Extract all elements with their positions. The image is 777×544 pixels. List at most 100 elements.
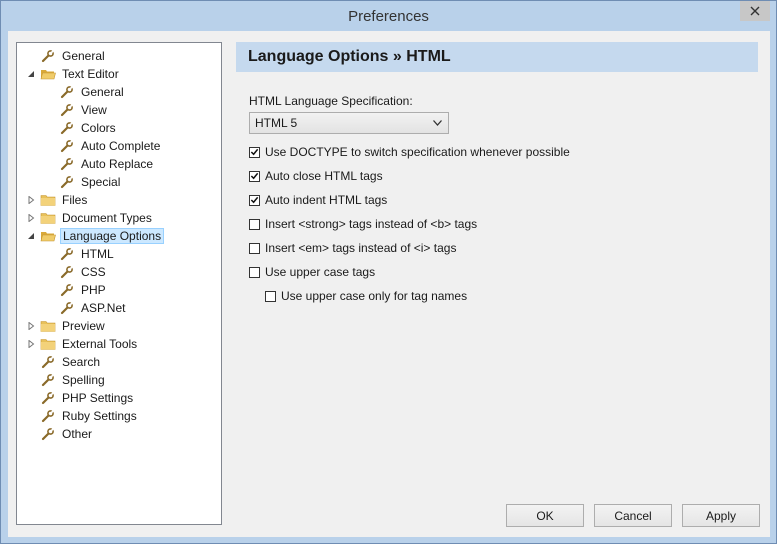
collapse-icon[interactable] — [25, 68, 37, 80]
tree-item-label: HTML — [81, 247, 114, 261]
option-label: Auto indent HTML tags — [265, 193, 388, 207]
tree-item-label: Document Types — [62, 211, 152, 225]
tree-item-php[interactable]: PHP — [44, 281, 108, 299]
tree-item-external-tools[interactable]: External Tools — [25, 335, 139, 353]
spec-label: HTML Language Specification: — [249, 94, 413, 108]
option-checkbox-row[interactable]: Insert <em> tags instead of <i> tags — [249, 239, 456, 257]
folder-icon — [39, 192, 57, 208]
tree-item-view[interactable]: View — [44, 101, 109, 119]
option-label: Insert <strong> tags instead of <b> tags — [265, 217, 478, 231]
tree-item-label: Spelling — [62, 373, 105, 387]
option-checkbox-row[interactable]: Auto close HTML tags — [249, 167, 383, 185]
tree-item-label: PHP Settings — [62, 391, 134, 405]
window-title: Preferences — [348, 8, 429, 25]
option-checkbox-row[interactable]: Use upper case tags — [249, 263, 375, 281]
wrench-icon — [39, 408, 57, 424]
tree-item-text-editor[interactable]: Text Editor — [25, 65, 121, 83]
option-checkbox-row[interactable]: Insert <strong> tags instead of <b> tags — [249, 215, 477, 233]
chevron-down-icon — [433, 120, 442, 126]
spec-select[interactable]: HTML 5 — [249, 112, 449, 134]
option-checkbox-row[interactable]: Use upper case only for tag names — [265, 287, 467, 305]
tree-item-other[interactable]: Other — [25, 425, 94, 443]
wrench-icon — [58, 156, 76, 172]
checkbox-unchecked[interactable] — [249, 218, 260, 230]
checkmark-icon — [250, 148, 259, 156]
tree-item-auto-replace[interactable]: Auto Replace — [44, 155, 155, 173]
tree-item-spelling[interactable]: Spelling — [25, 371, 107, 389]
option-checkbox-row[interactable]: Use DOCTYPE to switch specification when… — [249, 143, 570, 161]
tree-item-label: Language Options — [60, 228, 165, 244]
wrench-icon — [39, 390, 57, 406]
wrench-icon — [58, 84, 76, 100]
option-label: Auto close HTML tags — [265, 169, 383, 183]
tree-item-label: PHP — [81, 283, 106, 297]
tree-item-document-types[interactable]: Document Types — [25, 209, 154, 227]
expand-icon[interactable] — [25, 320, 37, 332]
cancel-button[interactable]: Cancel — [594, 504, 672, 527]
wrench-icon — [58, 138, 76, 154]
tree-item-label: View — [81, 103, 107, 117]
tree-item-language-options[interactable]: Language Options — [25, 227, 165, 245]
checkbox-checked[interactable] — [249, 170, 260, 182]
checkbox-unchecked[interactable] — [249, 266, 260, 278]
apply-button[interactable]: Apply — [682, 504, 760, 527]
tree-item-colors[interactable]: Colors — [44, 119, 118, 137]
wrench-icon — [58, 120, 76, 136]
tree-item-php-settings[interactable]: PHP Settings — [25, 389, 135, 407]
spec-select-value: HTML 5 — [255, 116, 298, 130]
category-tree[interactable]: General Text Editor General View Colors Auto … — [16, 42, 222, 525]
close-button[interactable] — [740, 1, 770, 21]
expand-icon[interactable] — [25, 212, 37, 224]
tree-item-asp-net[interactable]: ASP.Net — [44, 299, 127, 317]
tree-item-label: External Tools — [62, 337, 138, 351]
tree-item-general[interactable]: General — [25, 47, 107, 65]
wrench-icon — [39, 354, 57, 370]
tree-item-preview[interactable]: Preview — [25, 317, 107, 335]
collapse-icon[interactable] — [25, 230, 37, 242]
tree-item-html[interactable]: HTML — [44, 245, 116, 263]
checkbox-unchecked[interactable] — [265, 290, 276, 302]
tree-item-general[interactable]: General — [44, 83, 126, 101]
expand-icon[interactable] — [25, 194, 37, 206]
panel-header: Language Options » HTML — [236, 42, 758, 72]
wrench-icon — [39, 372, 57, 388]
checkbox-checked[interactable] — [249, 194, 260, 206]
option-checkbox-row[interactable]: Auto indent HTML tags — [249, 191, 387, 209]
tree-item-ruby-settings[interactable]: Ruby Settings — [25, 407, 139, 425]
tree-item-auto-complete[interactable]: Auto Complete — [44, 137, 162, 155]
tree-item-label: Preview — [62, 319, 105, 333]
wrench-icon — [58, 174, 76, 190]
folder-icon — [39, 318, 57, 334]
tree-item-label: General — [62, 49, 105, 63]
wrench-icon — [39, 48, 57, 64]
folder-open-icon — [39, 228, 57, 244]
tree-item-css[interactable]: CSS — [44, 263, 108, 281]
checkmark-icon — [250, 172, 259, 180]
checkbox-checked[interactable] — [249, 146, 260, 158]
tree-item-label: Ruby Settings — [62, 409, 137, 423]
expand-icon[interactable] — [25, 338, 37, 350]
wrench-icon — [58, 246, 76, 262]
tree-item-label: Files — [62, 193, 88, 207]
tree-item-search[interactable]: Search — [25, 353, 102, 371]
dialog-client: General Text Editor General View Colors Auto … — [8, 31, 770, 537]
tree-item-files[interactable]: Files — [25, 191, 89, 209]
option-label: Use upper case tags — [265, 265, 376, 279]
option-label: Use DOCTYPE to switch specification when… — [265, 145, 570, 159]
title-bar[interactable]: Preferences — [1, 1, 776, 31]
checkbox-unchecked[interactable] — [249, 242, 260, 254]
ok-button[interactable]: OK — [506, 504, 584, 527]
tree-item-special[interactable]: Special — [44, 173, 122, 191]
folder-icon — [39, 336, 57, 352]
